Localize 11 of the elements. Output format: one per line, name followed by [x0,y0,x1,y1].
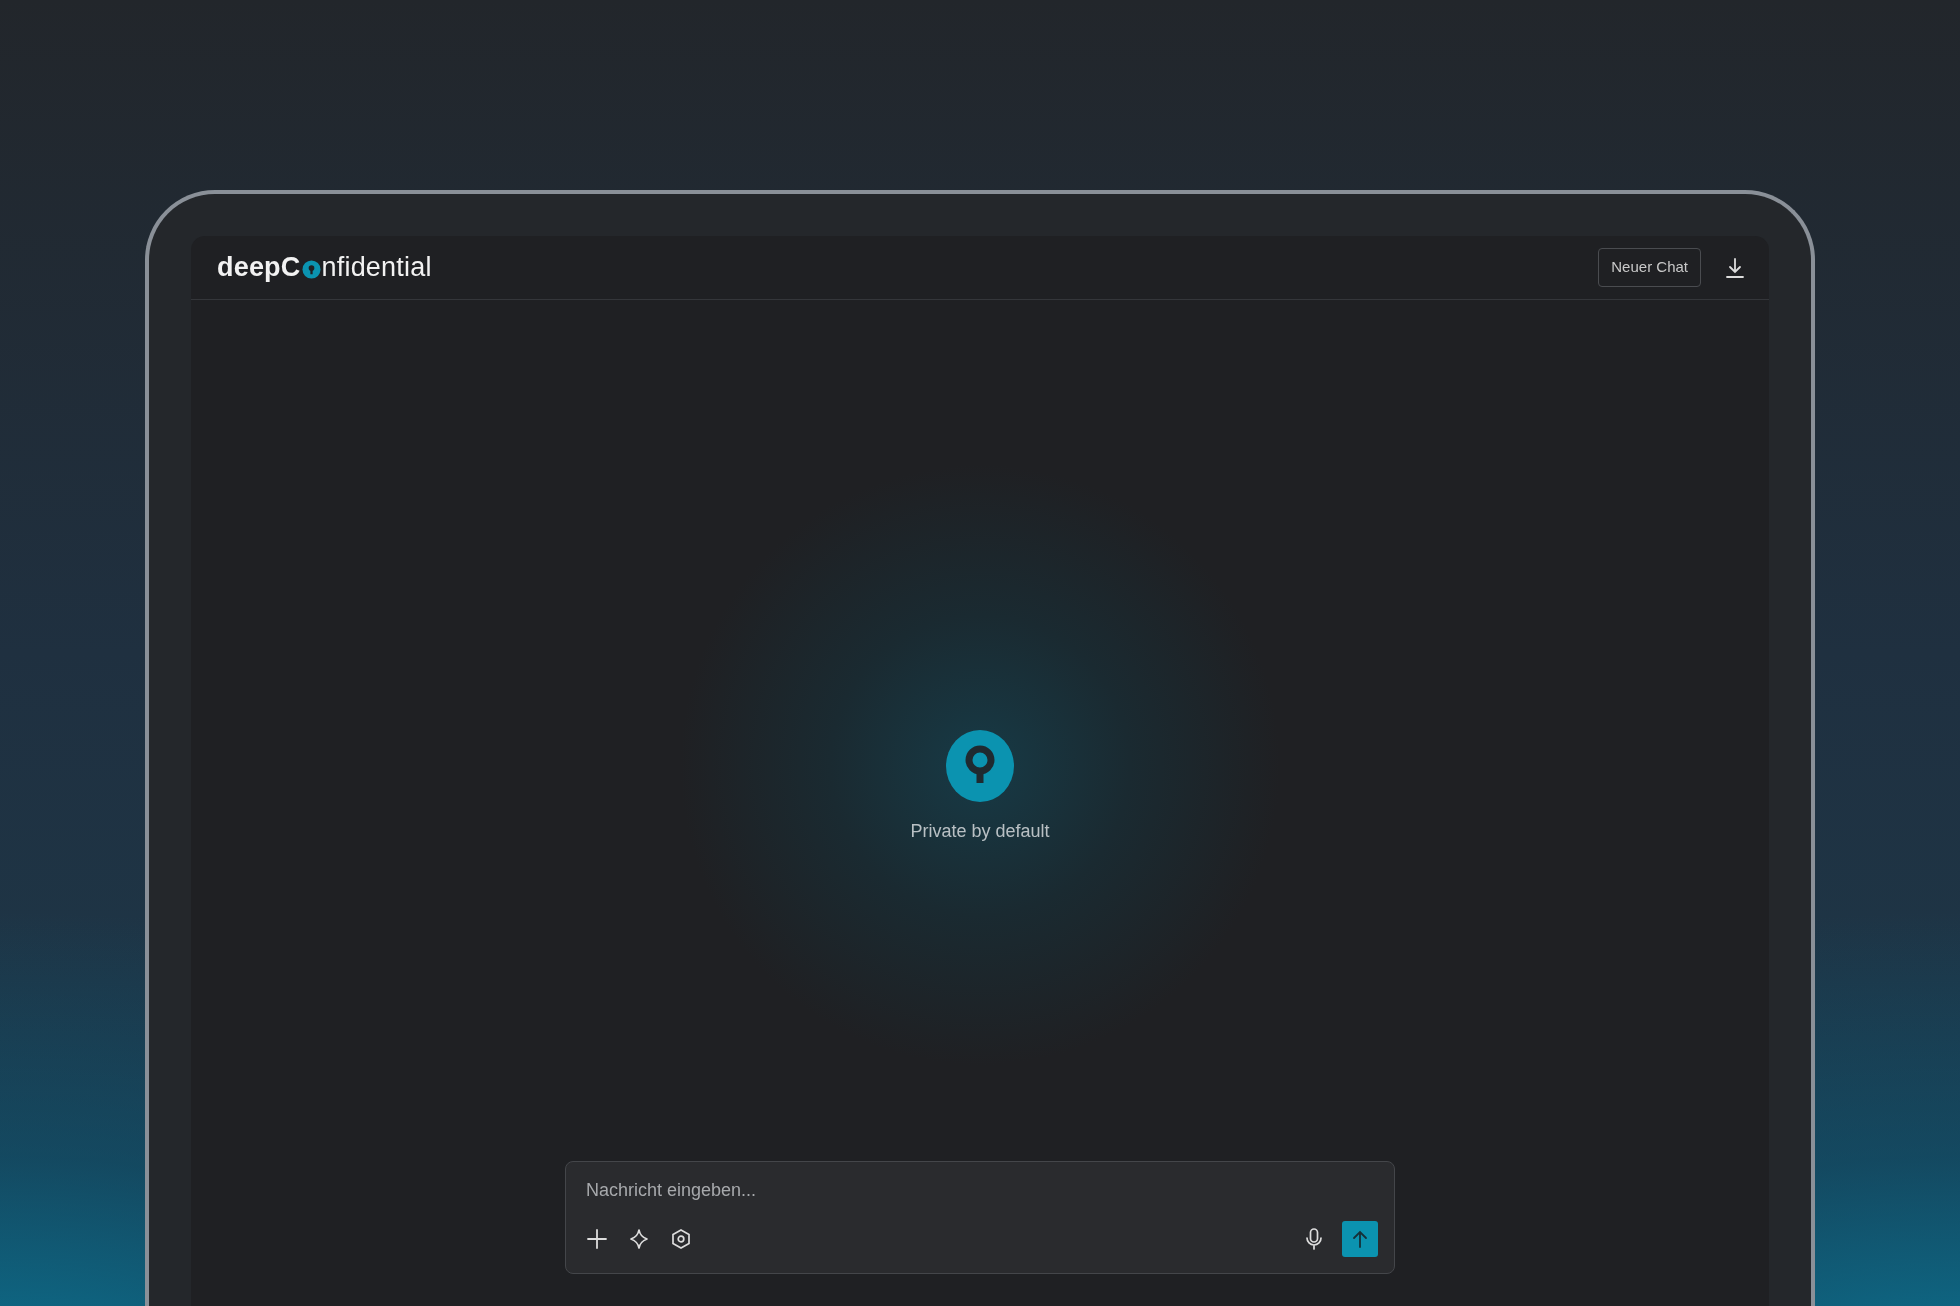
arrow-up-icon [1351,1229,1369,1249]
new-chat-button[interactable]: Neuer Chat [1598,248,1701,287]
keyhole-icon [301,260,321,279]
logo-text: nfidential [321,251,432,285]
logo-text: deepC [217,251,301,285]
caption-text: Private by default [910,820,1050,843]
message-input-field[interactable]: Nachricht eingeben... [584,1176,1378,1205]
send-button[interactable] [1342,1221,1378,1257]
download-button[interactable] [1725,255,1745,280]
keyhole-icon [946,730,1014,802]
add-button[interactable] [584,1226,610,1252]
